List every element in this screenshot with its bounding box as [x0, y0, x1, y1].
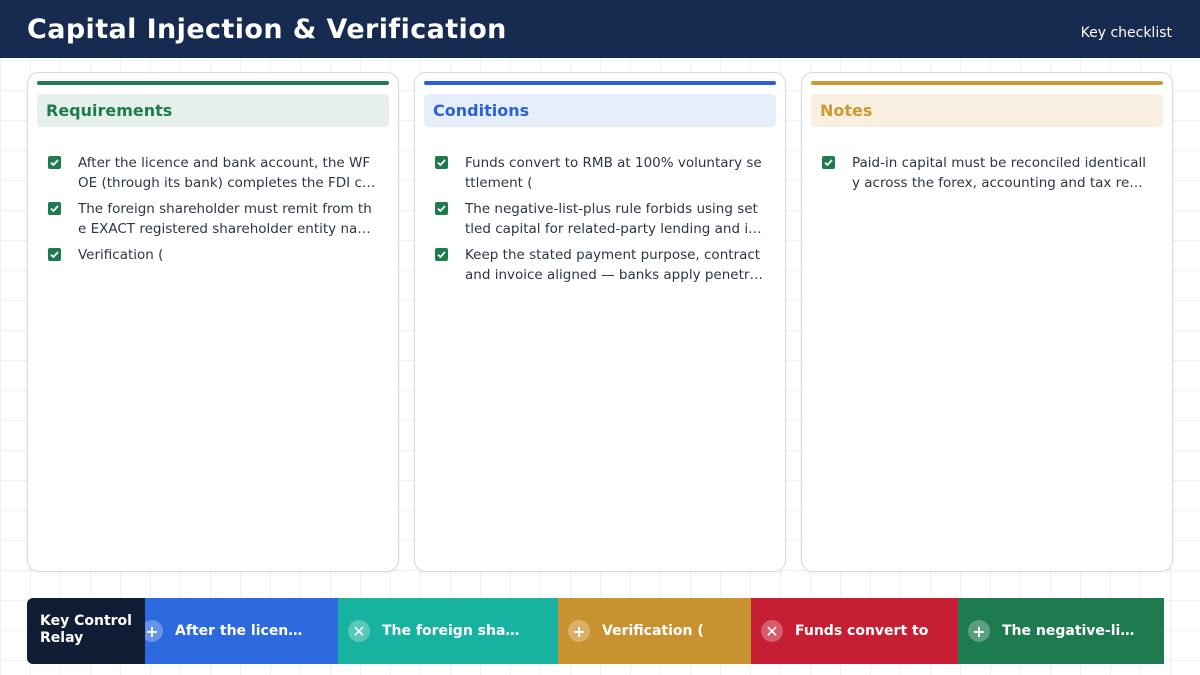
relay-segment-3[interactable]: + Verification ( — [558, 598, 778, 664]
relay-segment-2[interactable]: ✕ The foreign sha… — [338, 598, 558, 664]
list-item: The negative-list-plus rule forbids usin… — [435, 199, 763, 239]
conditions-accent-bar — [424, 81, 776, 85]
checkbox-checked-icon[interactable] — [822, 156, 835, 169]
list-item: Funds convert to RMB at 100% voluntary s… — [435, 153, 763, 193]
list-item-text: The negative-list-plus rule forbids usin… — [465, 201, 758, 237]
notes-list: Paid-in capital must be reconciled ident… — [822, 153, 1150, 199]
header-bar: Capital Injection & Verification Key che… — [0, 0, 1200, 58]
requirements-card: Requirements After the licence and bank … — [27, 72, 399, 572]
list-item-text: Paid-in capital must be reconciled ident… — [852, 155, 1147, 191]
relay-segment-label: The negative-li… — [1002, 623, 1135, 639]
list-item-text: Keep the stated payment purpose, contrac… — [465, 247, 763, 283]
checkbox-checked-icon[interactable] — [48, 156, 61, 169]
list-item-text: The foreign shareholder must remit from … — [78, 201, 372, 237]
list-item-text: Funds convert to RMB at 100% voluntary s… — [465, 155, 762, 191]
plus-icon: + — [968, 620, 990, 642]
relay-segment-label: The foreign sha… — [382, 623, 520, 639]
relay-segment-5[interactable]: + The negative-li… — [958, 598, 1164, 664]
close-icon: ✕ — [761, 620, 783, 642]
conditions-card: Conditions Funds convert to RMB at 100% … — [414, 72, 786, 572]
requirements-list: After the licence and bank account, the … — [48, 153, 376, 271]
conditions-list: Funds convert to RMB at 100% voluntary s… — [435, 153, 763, 291]
checkbox-checked-icon[interactable] — [48, 248, 61, 261]
list-item: Verification ( — [48, 245, 376, 265]
list-item: The foreign shareholder must remit from … — [48, 199, 376, 239]
notes-card: Notes Paid-in capital must be reconciled… — [801, 72, 1173, 572]
checkbox-checked-icon[interactable] — [48, 202, 61, 215]
list-item-text: Verification ( — [78, 247, 164, 263]
notes-accent-bar — [811, 81, 1163, 85]
notes-heading: Notes — [811, 94, 1163, 127]
checkbox-checked-icon[interactable] — [435, 156, 448, 169]
page-title: Capital Injection & Verification — [27, 13, 507, 45]
conditions-heading: Conditions — [424, 94, 776, 127]
relay-segment-4[interactable]: ✕ Funds convert to — [751, 598, 971, 664]
list-item-text: After the licence and bank account, the … — [78, 155, 371, 191]
list-item: Keep the stated payment purpose, contrac… — [435, 245, 763, 285]
requirements-heading: Requirements — [37, 94, 389, 127]
close-icon: ✕ — [348, 620, 370, 642]
checkbox-checked-icon[interactable] — [435, 248, 448, 261]
list-item: Paid-in capital must be reconciled ident… — [822, 153, 1150, 193]
plus-icon: + — [568, 620, 590, 642]
key-control-relay: + Verification ( + After the licen… ✕ Th… — [27, 598, 1164, 664]
checkbox-checked-icon[interactable] — [435, 202, 448, 215]
relay-segment-label: Funds convert to — [795, 623, 929, 639]
relay-title: Key Control Relay — [27, 598, 145, 664]
requirements-accent-bar — [37, 81, 389, 85]
relay-segment-label: After the licen… — [175, 623, 303, 639]
relay-segment-label: Verification ( — [602, 623, 704, 639]
relay-segment-1[interactable]: + After the licen… — [131, 598, 351, 664]
page-subtitle: Key checklist — [1080, 25, 1172, 41]
list-item: After the licence and bank account, the … — [48, 153, 376, 193]
